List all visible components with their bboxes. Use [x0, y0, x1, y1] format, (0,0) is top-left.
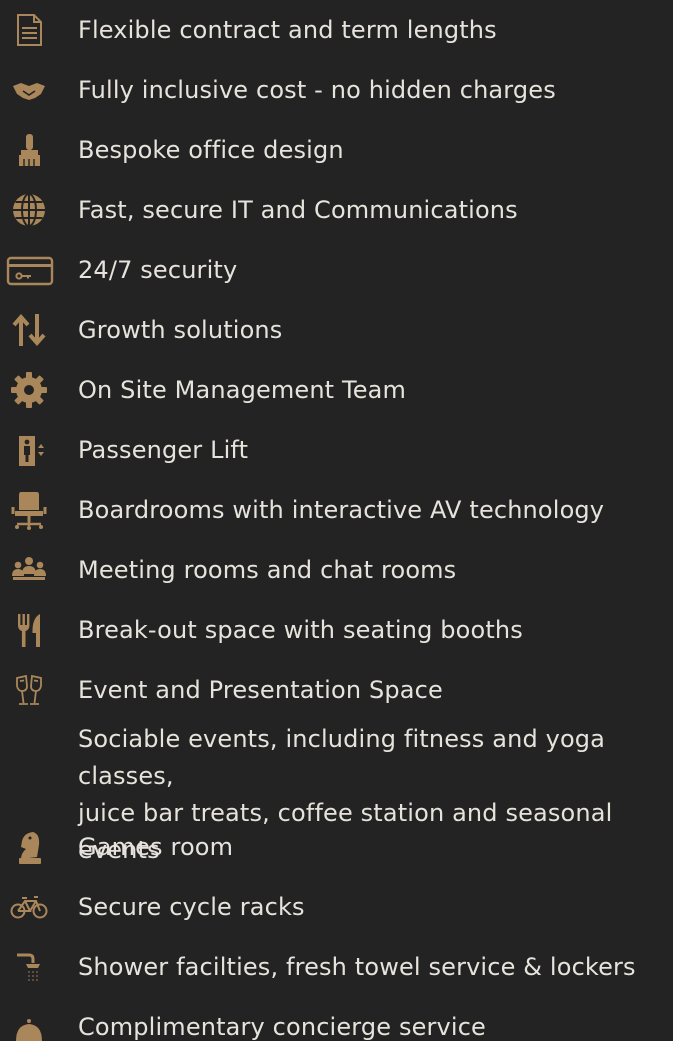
bicycle-icon	[0, 877, 58, 937]
office-chair-icon	[0, 480, 58, 540]
amenity-label: On Site Management Team	[78, 376, 407, 404]
amenity-item: Bespoke office design	[0, 120, 673, 180]
handshake-icon	[0, 60, 58, 120]
amenity-label: Event and Presentation Space	[78, 676, 443, 704]
amenity-label: Boardrooms with interactive AV technolog…	[78, 496, 605, 524]
amenity-item: 24/7 security	[0, 240, 673, 300]
chess-knight-icon	[0, 817, 58, 877]
amenity-item: Complimentary concierge service	[0, 997, 673, 1041]
key-card-icon	[0, 240, 58, 300]
amenity-label: Games room	[78, 833, 234, 861]
amenity-label: Break-out space with seating booths	[78, 616, 523, 644]
amenity-item: Shower facilties, fresh towel service & …	[0, 937, 673, 997]
amenity-label: Shower facilties, fresh towel service & …	[78, 953, 636, 981]
people-group-icon	[0, 540, 58, 600]
amenity-label: Passenger Lift	[78, 436, 249, 464]
amenities-list: Flexible contract and term lengths Fully…	[0, 0, 673, 1041]
amenity-item: Secure cycle racks	[0, 877, 673, 937]
amenity-item: Fully inclusive cost - no hidden charges	[0, 60, 673, 120]
amenity-item: Break-out space with seating booths	[0, 600, 673, 660]
gear-icon	[0, 360, 58, 420]
concierge-bell-icon	[0, 997, 58, 1041]
amenity-label: Bespoke office design	[78, 136, 344, 164]
amenity-label: Fully inclusive cost - no hidden charges	[78, 76, 556, 104]
shower-icon	[0, 937, 58, 997]
amenity-label: Secure cycle racks	[78, 893, 305, 921]
amenity-label: Flexible contract and term lengths	[78, 16, 497, 44]
amenity-item: Passenger Lift	[0, 420, 673, 480]
amenity-item: Fast, secure IT and Communications	[0, 180, 673, 240]
amenity-label: Growth solutions	[78, 316, 283, 344]
amenity-label: Fast, secure IT and Communications	[78, 196, 518, 224]
globe-icon	[0, 180, 58, 240]
amenity-item: Sociable events, including fitness and y…	[0, 720, 673, 864]
amenity-label: Meeting rooms and chat rooms	[78, 556, 457, 584]
champagne-glasses-icon	[0, 660, 58, 720]
amenity-label: 24/7 security	[78, 256, 238, 284]
amenity-item: Games room	[0, 817, 673, 877]
amenity-item: Event and Presentation Space	[0, 660, 673, 720]
document-icon	[0, 0, 58, 60]
amenity-item: Boardrooms with interactive AV technolog…	[0, 480, 673, 540]
paint-brush-icon	[0, 120, 58, 180]
amenity-item: On Site Management Team	[0, 360, 673, 420]
amenity-item: Growth solutions	[0, 300, 673, 360]
elevator-icon	[0, 420, 58, 480]
fork-knife-icon	[0, 600, 58, 660]
amenity-label: Complimentary concierge service	[78, 1013, 486, 1041]
up-down-arrows-icon	[0, 300, 58, 360]
amenity-item: Meeting rooms and chat rooms	[0, 540, 673, 600]
amenity-item: Flexible contract and term lengths	[0, 0, 673, 60]
